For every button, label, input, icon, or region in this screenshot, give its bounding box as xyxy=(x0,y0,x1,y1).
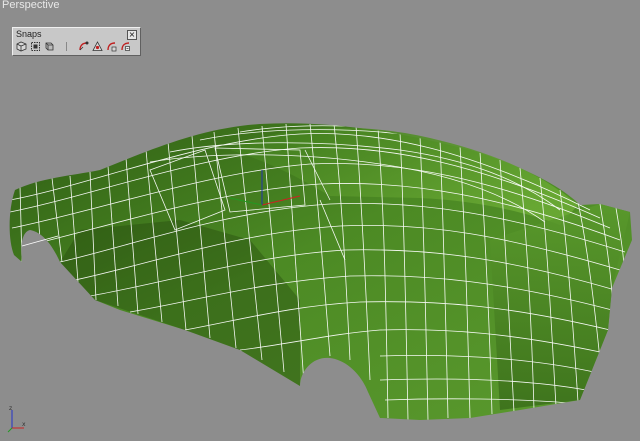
edge-snap-icon[interactable] xyxy=(78,41,89,52)
snap-options-icon[interactable] xyxy=(120,41,131,52)
3d-snap-toggle-icon[interactable] xyxy=(16,41,27,52)
car-rear-panel xyxy=(490,204,630,410)
axis-x-label: x xyxy=(22,421,26,428)
car-body-wireframe-mesh[interactable] xyxy=(0,0,640,441)
face-snap-icon[interactable] xyxy=(106,41,117,52)
axis-tripod-icon: z x xyxy=(7,405,26,433)
spinner-snap-toggle-icon[interactable] xyxy=(61,41,72,52)
percent-snap-toggle-icon[interactable] xyxy=(44,41,55,52)
axis-z-label: z xyxy=(9,405,12,412)
close-icon[interactable]: × xyxy=(127,30,137,40)
snaps-toolbar: Snaps × xyxy=(12,27,141,56)
snaps-toolbar-title: Snaps xyxy=(16,29,42,39)
angle-snap-toggle-icon[interactable] xyxy=(30,41,41,52)
vertex-snap-icon[interactable] xyxy=(92,41,103,52)
perspective-viewport[interactable]: Perspective Snaps × z x xyxy=(0,0,640,441)
